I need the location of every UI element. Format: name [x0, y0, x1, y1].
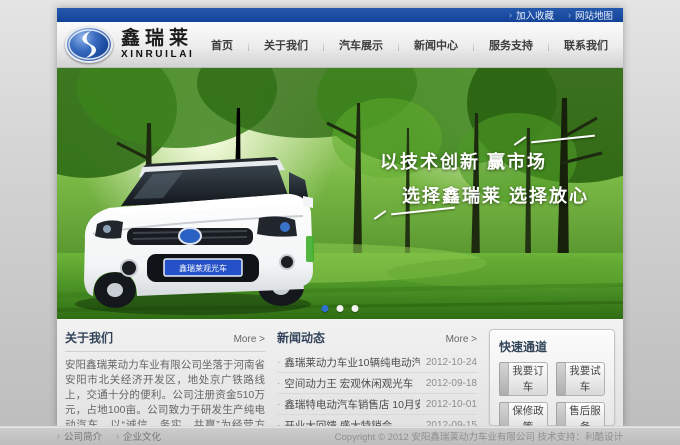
slogan-line1: 以技术创新 赢市场	[380, 148, 589, 174]
logo-name-cn: 鑫瑞莱	[121, 29, 194, 48]
link-bullet-icon: ›	[57, 431, 60, 441]
list-bullet-icon: ·	[277, 378, 280, 389]
news-section: 新闻动态 More > · 鑫瑞莱动力车业10辆纯电动汽车正式下线 2012-1…	[277, 329, 477, 428]
page: ›加入收藏 ›网站地图 鑫瑞莱 XINRUILAI 首页 关于我们	[0, 0, 680, 445]
nav-about[interactable]: 关于我们	[249, 37, 323, 53]
footer-links: ›公司简介 ›企业文化	[57, 429, 161, 443]
divider	[65, 351, 265, 352]
order-car-button[interactable]: 我要订车	[499, 362, 548, 396]
logo-name-en: XINRUILAI	[121, 50, 194, 60]
license-plate-text: 鑫瑞莱观光车	[179, 263, 227, 273]
content-area: 关于我们 More > 安阳鑫瑞莱动力车业有限公司坐落于河南省安阳市北关经济开发…	[57, 319, 623, 428]
news-more-link[interactable]: More >	[446, 334, 477, 345]
news-item[interactable]: · 空间动力王 宏观休闲观光车 2012-09-18	[277, 373, 477, 394]
page-container: ›加入收藏 ›网站地图 鑫瑞莱 XINRUILAI 首页 关于我们	[57, 8, 623, 427]
nav-contact[interactable]: 联系我们	[549, 37, 623, 53]
slider-dot-3[interactable]	[352, 305, 359, 312]
sitemap-link[interactable]: ›网站地图	[568, 8, 613, 22]
link-bullet-icon: ›	[509, 10, 512, 20]
footer-company-profile-link[interactable]: ›公司简介	[57, 429, 102, 443]
slider-dot-1[interactable]	[322, 305, 329, 312]
logo-text: 鑫瑞莱 XINRUILAI	[121, 29, 194, 60]
button-tab-icon	[556, 362, 565, 396]
favorites-link[interactable]: ›加入收藏	[509, 8, 554, 22]
list-bullet-icon: ·	[277, 399, 280, 410]
about-title: 关于我们	[65, 329, 113, 346]
hero-banner: 鑫瑞莱观光车 以技术创新 赢市场 选择鑫瑞莱 选择放心	[57, 68, 623, 319]
slider-dot-2[interactable]	[337, 305, 344, 312]
nav-cars[interactable]: 汽车展示	[324, 37, 398, 53]
main-nav: 首页 关于我们 汽车展示 新闻中心 服务支持 联系我们	[196, 22, 623, 67]
news-date: 2012-09-18	[426, 378, 477, 389]
car-photo: 鑫瑞莱观光车	[63, 144, 315, 316]
news-item[interactable]: · 鑫瑞特电动汽车销售店 10月安阳华联开业 2012-10-01	[277, 394, 477, 415]
news-title: 新闻动态	[277, 329, 325, 346]
button-tab-icon	[499, 362, 508, 396]
footer: ›公司简介 ›企业文化 Copyright © 2012 安阳鑫瑞莱动力车业有限…	[0, 426, 680, 445]
quick-links-title: 快速通道	[499, 338, 605, 355]
about-more-link[interactable]: More >	[234, 334, 265, 345]
quick-links-panel: 快速通道 我要订车 我要试车 保修政策	[489, 329, 615, 426]
news-item[interactable]: · 鑫瑞莱动力车业10辆纯电动汽车正式下线 2012-10-24	[277, 352, 477, 373]
nav-home[interactable]: 首页	[196, 37, 248, 53]
site-header: 鑫瑞莱 XINRUILAI 首页 关于我们 汽车展示 新闻中心 服务支持 联系我…	[57, 22, 623, 68]
link-bullet-icon: ›	[116, 431, 119, 441]
top-utility-bar: ›加入收藏 ›网站地图	[57, 8, 623, 22]
news-date: 2012-10-24	[426, 357, 477, 368]
slogan-line2: 选择鑫瑞莱 选择放心	[402, 182, 589, 208]
footer-culture-link[interactable]: ›企业文化	[116, 429, 161, 443]
logo-emblem-icon	[65, 26, 113, 63]
about-section: 关于我们 More > 安阳鑫瑞莱动力车业有限公司坐落于河南省安阳市北关经济开发…	[65, 329, 265, 428]
slider-dots	[322, 305, 359, 312]
test-drive-button[interactable]: 我要试车	[556, 362, 605, 396]
nav-service[interactable]: 服务支持	[474, 37, 548, 53]
list-bullet-icon: ·	[277, 357, 280, 368]
copyright-text: Copyright © 2012 安阳鑫瑞莱动力车业有限公司 技术支持：利酷设计	[335, 429, 623, 443]
banner-slogan: 以技术创新 赢市场 选择鑫瑞莱 选择放心	[380, 148, 589, 208]
logo[interactable]: 鑫瑞莱 XINRUILAI	[65, 26, 194, 63]
link-bullet-icon: ›	[568, 10, 571, 20]
news-list: · 鑫瑞莱动力车业10辆纯电动汽车正式下线 2012-10-24 · 空间动力王…	[277, 352, 477, 436]
news-date: 2012-10-01	[426, 399, 477, 410]
nav-news[interactable]: 新闻中心	[399, 37, 473, 53]
